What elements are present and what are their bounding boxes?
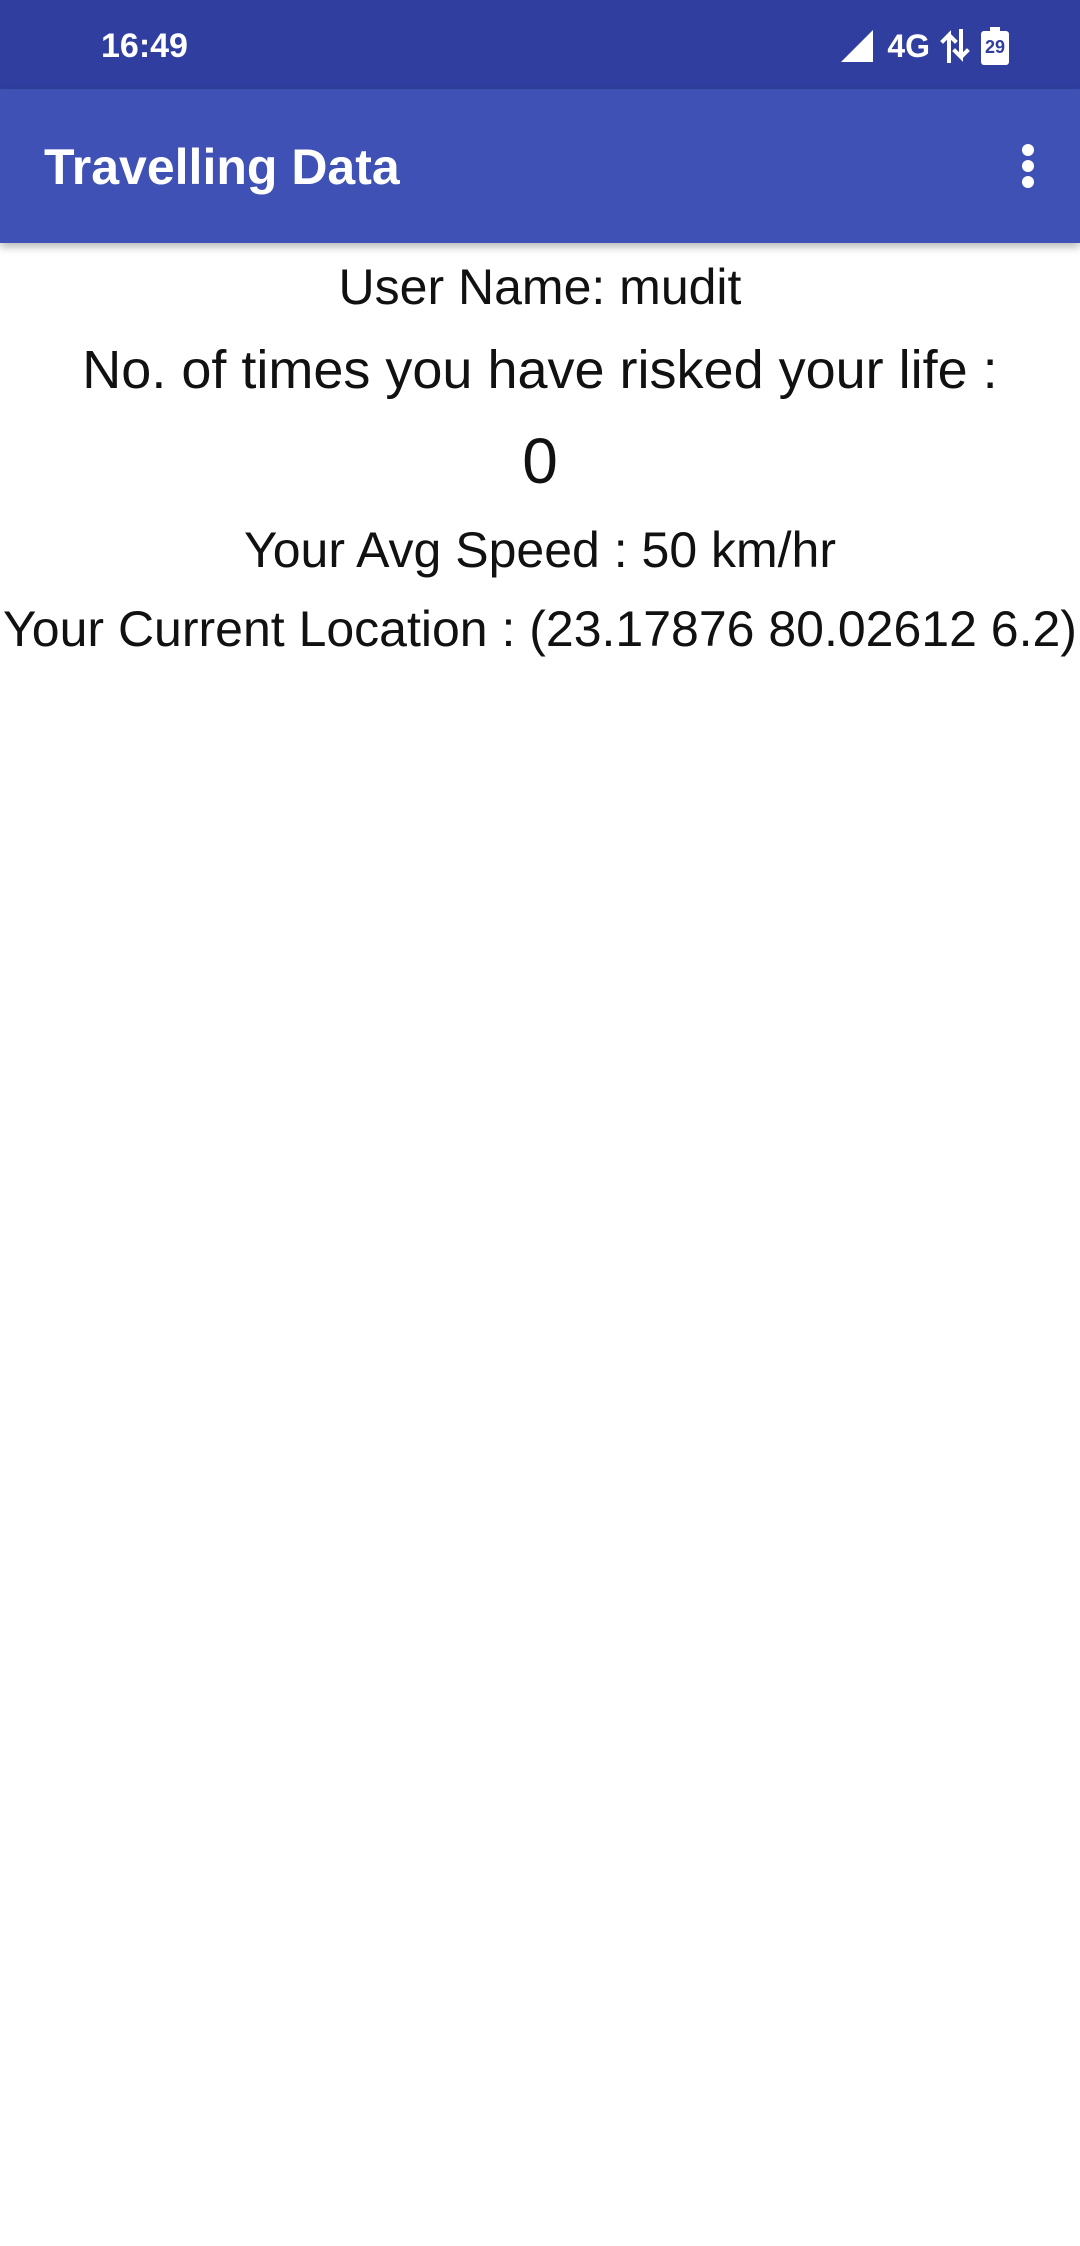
overflow-menu-button[interactable] [988,126,1068,206]
network-type-label: 4G [887,28,930,64]
status-icons: 4G 29 [837,26,1010,66]
status-bar: 16:49 4G 29 [0,0,1080,89]
app-bar: Travelling Data [0,89,1080,243]
status-time: 16:49 [101,27,188,65]
signal-icon [841,30,874,62]
battery-level: 29 [984,37,1006,57]
risk-count-label: No. of times you have risked your life : [82,340,998,400]
current-location-text: Your Current Location : (23.17876 80.026… [3,601,1077,657]
user-name-text: User Name: mudit [338,259,742,315]
risk-count-value: 0 [522,425,558,497]
battery-icon: 29 [980,27,1010,65]
page-title: Travelling Data [44,139,400,195]
average-speed-text: Your Avg Speed : 50 km/hr [243,522,837,578]
data-transfer-icon [940,29,970,63]
more-vert-icon [1022,144,1034,188]
